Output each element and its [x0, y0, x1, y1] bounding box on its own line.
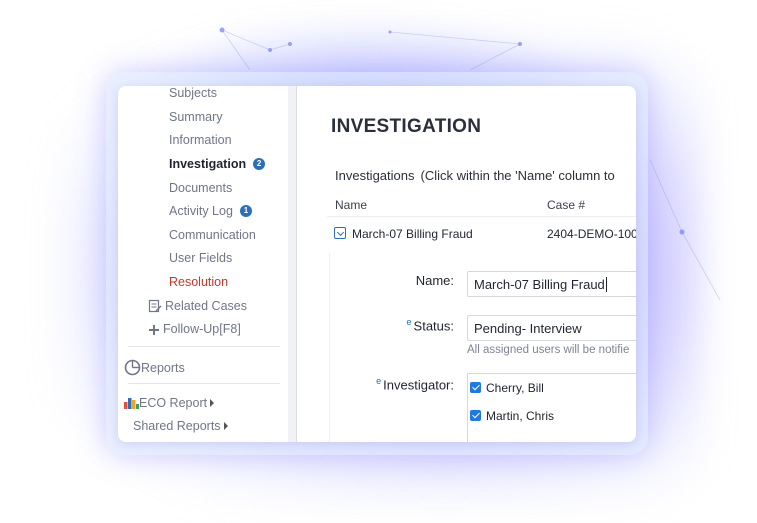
- pie-chart-icon: [124, 359, 141, 376]
- name-field[interactable]: March-07 Billing Fraud: [467, 271, 636, 297]
- sidebar-item-summary[interactable]: Summary: [169, 110, 222, 124]
- related-cases-link[interactable]: Related Cases: [148, 299, 247, 313]
- sidebar-item-label: Information: [169, 133, 232, 147]
- sidebar-item-documents[interactable]: Documents: [169, 181, 232, 195]
- sidebar-item-communication[interactable]: Communication: [169, 228, 256, 242]
- shared-reports-menu[interactable]: Shared Reports: [133, 419, 228, 433]
- investigator-checkbox-row[interactable]: Cherry, Bill: [470, 381, 544, 395]
- status-label-text: Status:: [413, 318, 454, 334]
- status-label: e Status:: [407, 317, 454, 333]
- table-divider: [327, 216, 636, 217]
- sidebar-item-subjects[interactable]: Subjects: [169, 86, 217, 100]
- investigator-label-text: Investigator:: [383, 377, 454, 393]
- sidebar-item-label: User Fields: [169, 251, 233, 265]
- sidebar-item-label: Investigation: [169, 157, 247, 171]
- sidebar-item-resolution[interactable]: Resolution: [169, 275, 228, 289]
- sidebar-item-label: Resolution: [169, 275, 229, 289]
- page-title: INVESTIGATION: [331, 116, 482, 137]
- status-help-text: All assigned users will be notifie: [467, 344, 630, 356]
- sidebar-item-information[interactable]: Information: [169, 133, 232, 147]
- status-select[interactable]: Pending- Interview: [467, 315, 636, 341]
- investigation-name-cell[interactable]: March-07 Billing Fraud: [352, 227, 473, 241]
- follow-up-link[interactable]: Follow-Up[F8]: [148, 322, 241, 336]
- chevron-right-icon: [223, 422, 228, 430]
- app-window: Subjects Summary Information Investigati…: [118, 86, 636, 442]
- investigator-name: Martin, Chris: [486, 409, 555, 423]
- sidebar-item-label: Activity Log: [169, 204, 233, 218]
- sidebar-splitter[interactable]: [288, 86, 297, 442]
- investigations-hint: (Click within the 'Name' column to: [420, 168, 615, 183]
- investigator-name: Cherry, Bill: [486, 381, 544, 395]
- follow-up-label: Follow-Up[F8]: [163, 322, 241, 336]
- related-cases-icon: [148, 299, 162, 313]
- checkbox-checked[interactable]: [470, 410, 481, 421]
- count-badge: 2: [253, 158, 266, 170]
- count-badge: 1: [239, 205, 252, 217]
- sidebar-item-label: Summary: [169, 110, 223, 124]
- column-header-name[interactable]: Name: [335, 198, 367, 212]
- related-cases-label: Related Cases: [165, 299, 247, 313]
- sidebar-item-label: Subjects: [169, 86, 217, 100]
- eco-report-label: ECO Report: [139, 396, 208, 410]
- sidebar-item-user-fields[interactable]: User Fields: [169, 251, 232, 265]
- sidebar-item-investigation[interactable]: Investigation 2: [169, 157, 266, 171]
- bar-chart-icon: [124, 398, 139, 409]
- name-label: Name:: [415, 273, 454, 288]
- expand-row-toggle[interactable]: [334, 227, 346, 239]
- plus-icon: [149, 325, 159, 335]
- investigator-label: e Investigator:: [376, 376, 454, 392]
- sidebar: Subjects Summary Information Investigati…: [118, 86, 289, 442]
- sidebar-item-label: Communication: [169, 228, 256, 242]
- name-value: March-07 Billing Fraud: [474, 277, 605, 292]
- investigations-heading: Investigations (Click within the 'Name' c…: [335, 168, 615, 183]
- investigator-list: Cherry, Bill Martin, Chris: [467, 373, 636, 442]
- case-number-cell: 2404-DEMO-1000: [547, 227, 636, 241]
- eco-report-menu[interactable]: ECO Report: [124, 396, 215, 410]
- main-content: INVESTIGATION Investigations (Click withi…: [297, 86, 636, 442]
- shared-reports-label: Shared Reports: [133, 419, 221, 433]
- investigations-label: Investigations: [335, 168, 415, 183]
- sidebar-item-activity-log[interactable]: Activity Log 1: [169, 204, 252, 218]
- status-value: Pending- Interview: [474, 321, 582, 336]
- divider: [128, 346, 280, 347]
- text-caret: [605, 277, 607, 292]
- chevron-right-icon: [210, 399, 215, 407]
- investigator-checkbox-row[interactable]: Martin, Chris: [470, 409, 554, 423]
- reports-link[interactable]: Reports: [124, 359, 185, 376]
- divider: [128, 383, 280, 384]
- checkbox-checked[interactable]: [470, 382, 481, 393]
- reports-label: Reports: [141, 361, 185, 375]
- sidebar-item-label: Documents: [169, 181, 233, 195]
- status-marker: e: [406, 317, 412, 327]
- column-header-case[interactable]: Case #: [547, 198, 585, 212]
- investigator-marker: e: [376, 376, 382, 386]
